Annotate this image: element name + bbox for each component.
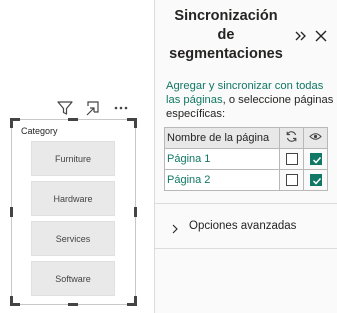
- advanced-options-label: Opciones avanzadas: [189, 220, 297, 232]
- resize-handle-top[interactable]: [68, 118, 78, 121]
- sync-slicers-pane: Sincronización de segmentaciones Agregar…: [154, 0, 337, 313]
- resize-handle-top-left[interactable]: [10, 118, 20, 128]
- eye-icon: [309, 133, 322, 146]
- resize-handle-bottom-left[interactable]: [10, 296, 20, 306]
- resize-handle-right[interactable]: [134, 207, 137, 217]
- resize-handle-bottom[interactable]: [68, 303, 78, 306]
- slicer-title: Category: [21, 126, 58, 136]
- advanced-options-toggle[interactable]: Opciones avanzadas: [169, 217, 296, 235]
- focus-mode-icon[interactable]: [85, 99, 103, 117]
- slicer-tile-furniture[interactable]: Furniture: [31, 141, 115, 176]
- visual-header: [56, 99, 132, 117]
- chevron-right-icon: [169, 220, 181, 234]
- divider: [155, 203, 337, 204]
- close-icon[interactable]: [313, 28, 329, 44]
- page-name-cell: Página 2: [164, 169, 280, 191]
- slicer-tile-hardware[interactable]: Hardware: [31, 181, 115, 216]
- sync-checkbox-page-1[interactable]: [285, 153, 298, 166]
- divider: [155, 248, 337, 249]
- visible-checkbox-page-2[interactable]: [309, 174, 322, 187]
- slicer-tile-services[interactable]: Services: [31, 221, 115, 256]
- sync-icon: [285, 131, 298, 146]
- sync-cell: [279, 148, 304, 170]
- table-row: Página 2: [164, 169, 328, 191]
- pane-title: Sincronización de segmentaciones: [163, 7, 289, 64]
- collapse-pane-icon[interactable]: [293, 28, 309, 44]
- sync-pages-table: Nombre de la página Página 1 Página 2: [164, 127, 328, 191]
- category-slicer[interactable]: Category Furniture Hardware Services Sof…: [10, 118, 137, 306]
- pane-title-line2: de: [217, 27, 235, 43]
- table-row: Página 1: [164, 148, 328, 170]
- slicer-tiles: Furniture Hardware Services Software: [31, 141, 115, 301]
- resize-handle-top-right[interactable]: [127, 118, 137, 128]
- pane-title-line1: Sincronización: [174, 8, 278, 24]
- table-header-row: Nombre de la página: [164, 127, 328, 149]
- pane-title-line3: segmentaciones: [169, 46, 283, 62]
- visible-checkbox-page-1[interactable]: [309, 153, 322, 166]
- column-header-visible[interactable]: [303, 127, 328, 149]
- slicer-tile-software[interactable]: Software: [31, 261, 115, 296]
- more-options-icon[interactable]: [112, 99, 130, 117]
- resize-handle-left[interactable]: [10, 207, 13, 217]
- filter-icon[interactable]: [56, 99, 74, 117]
- sync-cell: [279, 169, 304, 191]
- visible-cell: [303, 148, 328, 170]
- visible-cell: [303, 169, 328, 191]
- resize-handle-bottom-right[interactable]: [127, 296, 137, 306]
- page-name-cell: Página 1: [164, 148, 280, 170]
- pane-description: Agregar y sincronizar con todas las pági…: [166, 79, 334, 121]
- column-header-sync[interactable]: [279, 127, 304, 149]
- canvas: Category Furniture Hardware Services Sof…: [0, 0, 337, 313]
- sync-checkbox-page-2[interactable]: [285, 174, 298, 187]
- column-header-page-name: Nombre de la página: [164, 127, 280, 149]
